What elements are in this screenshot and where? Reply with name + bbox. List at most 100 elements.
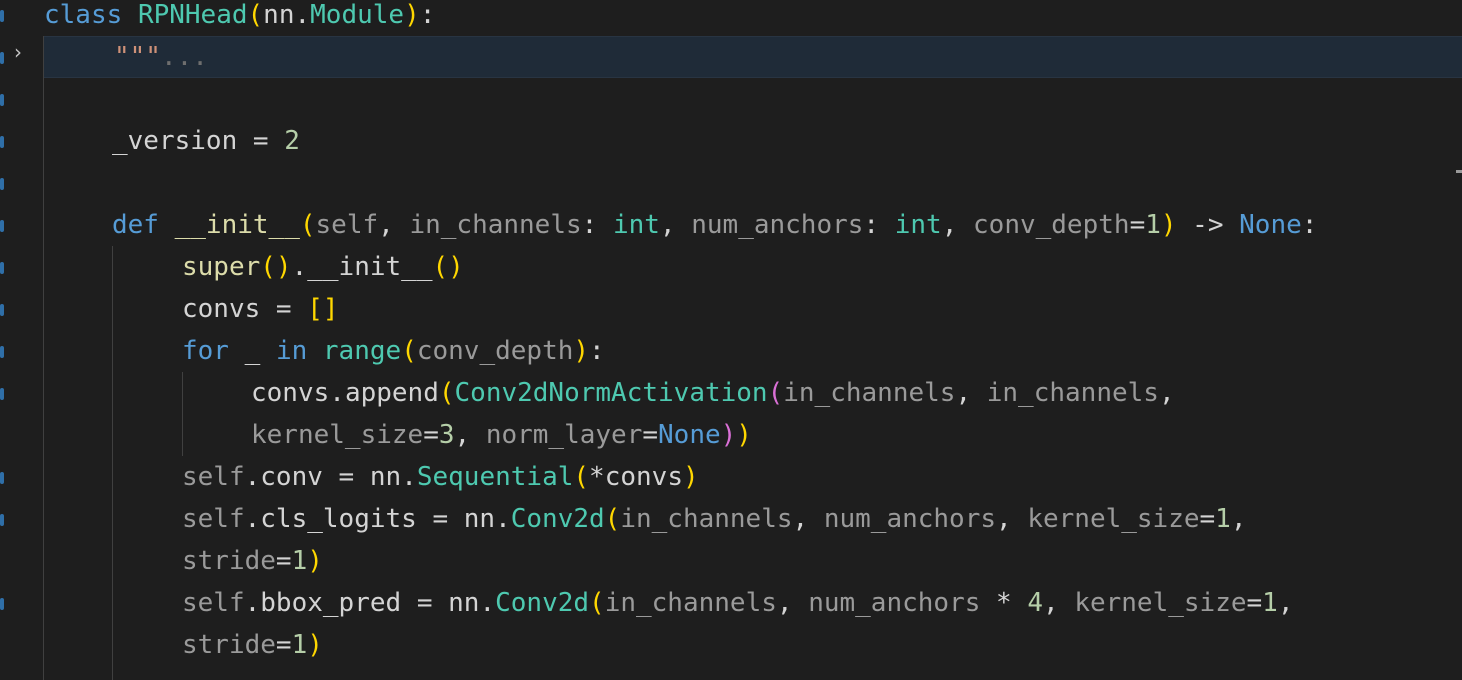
parameter: kernel_size: [1027, 504, 1200, 534]
punctuation: ,: [955, 378, 987, 408]
line-number-gutter: ›: [0, 0, 30, 680]
parameter: num_anchors: [823, 504, 997, 534]
class-name: Conv2dNormActivation: [454, 378, 768, 408]
variable: convs: [251, 378, 330, 408]
module-name: nn: [369, 462, 402, 492]
punctuation: :: [419, 0, 436, 30]
code-line[interactable]: convs = []: [182, 288, 339, 330]
code-line[interactable]: self.conv = nn.Sequential(*convs): [182, 456, 699, 498]
builtin-name: range: [322, 336, 402, 366]
argument: *convs: [589, 462, 683, 492]
code-editor[interactable]: › class RPNHead(nn.Module): """... _vers…: [0, 0, 1462, 680]
code-line[interactable]: for _ in range(conv_depth):: [182, 330, 605, 372]
parameter: in_channels: [409, 210, 582, 240]
number-literal: 3: [438, 420, 455, 450]
bracket: (: [767, 378, 784, 408]
class-name: Module: [310, 0, 405, 30]
bracket: []: [307, 294, 339, 324]
keyword: for: [182, 336, 229, 366]
class-name: Conv2d: [510, 504, 605, 534]
punctuation: ,: [659, 210, 692, 240]
keyword: None: [1239, 210, 1302, 240]
bracket: (: [589, 588, 605, 618]
code-line[interactable]: class RPNHead(nn.Module):: [44, 0, 435, 36]
bracket: ): [307, 630, 323, 660]
class-name: Sequential: [416, 462, 574, 492]
bracket: ): [736, 420, 752, 450]
bracket: (): [260, 252, 292, 282]
parameter: in_channels: [986, 378, 1159, 408]
code-line[interactable]: _version = 2: [112, 120, 300, 162]
operator: =: [423, 420, 439, 450]
operator: =: [260, 294, 308, 324]
punctuation: .: [329, 378, 345, 408]
operator: *: [980, 588, 1028, 618]
parameter: num_anchors: [691, 210, 864, 240]
punctuation: ,: [378, 210, 410, 240]
function-name: __init__: [174, 210, 300, 240]
parameter: in_channels: [783, 378, 956, 408]
punctuation: ,: [941, 210, 974, 240]
punctuation: ,: [1277, 588, 1294, 618]
gutter-line-marker: [0, 388, 4, 400]
self-reference: self: [182, 504, 245, 534]
attribute: .cls_logits: [244, 504, 417, 534]
parameter: conv_depth: [973, 210, 1130, 240]
module-name: nn: [263, 0, 295, 30]
operator: =: [275, 630, 292, 660]
parameter: norm_layer: [485, 420, 643, 450]
code-line[interactable]: convs.append(Conv2dNormActivation(in_cha…: [251, 372, 1175, 414]
code-line[interactable]: def __init__(self, in_channels: int, num…: [112, 204, 1317, 246]
punctuation: :: [863, 210, 895, 240]
parameter: kernel_size: [251, 420, 424, 450]
bracket: (: [573, 462, 590, 492]
indent-guide: [43, 36, 44, 680]
current-line-highlight: [44, 36, 1462, 78]
code-line[interactable]: self.bbox_pred = nn.Conv2d(in_channels, …: [182, 582, 1293, 624]
chevron-right-icon[interactable]: ›: [14, 42, 34, 62]
keyword: class: [44, 0, 123, 30]
operator: =: [275, 546, 292, 576]
punctuation: .: [495, 504, 511, 534]
punctuation: .: [294, 0, 311, 30]
keyword: def: [112, 210, 159, 240]
parameter: self: [315, 210, 379, 240]
code-line[interactable]: kernel_size=3, norm_layer=None)): [251, 414, 752, 456]
parameter: in_channels: [604, 588, 777, 618]
gutter-line-marker: [0, 514, 4, 526]
punctuation: :: [589, 336, 605, 366]
punctuation: ,: [1158, 378, 1175, 408]
number-literal: 1: [1262, 588, 1278, 618]
scrollbar-marker[interactable]: [1456, 170, 1462, 173]
parameter: kernel_size: [1074, 588, 1247, 618]
type-name: int: [894, 210, 942, 240]
attribute: .conv: [244, 462, 323, 492]
keyword: in: [275, 336, 308, 366]
number-literal: 4: [1027, 588, 1043, 618]
indent-guide: [112, 246, 113, 680]
operator: ->: [1176, 210, 1240, 240]
gutter-line-marker: [0, 220, 4, 232]
code-line[interactable]: stride=1): [182, 624, 323, 666]
self-reference: self: [182, 588, 245, 618]
number-literal: 1: [1215, 504, 1231, 534]
bracket: (): [432, 252, 464, 282]
code-line[interactable]: super().__init__(): [182, 246, 464, 288]
method-name: __init__: [307, 252, 433, 282]
bracket: ): [682, 462, 699, 492]
gutter-line-marker: [0, 262, 4, 274]
code-line[interactable]: self.cls_logits = nn.Conv2d(in_channels,…: [182, 498, 1246, 540]
attribute: .bbox_pred: [244, 588, 402, 618]
keyword: None: [658, 420, 721, 450]
parameter: conv_depth: [416, 336, 574, 366]
operator: =: [642, 420, 659, 450]
indent-guide: [182, 372, 183, 456]
operator: =: [237, 126, 285, 156]
fold-ellipsis[interactable]: ...: [161, 42, 208, 72]
module-name: nn: [463, 504, 496, 534]
function-name: super: [182, 252, 261, 282]
folded-docstring-line[interactable]: """...: [114, 36, 208, 78]
code-line[interactable]: stride=1): [182, 540, 323, 582]
bracket: (: [401, 336, 417, 366]
punctuation: .: [479, 588, 496, 618]
